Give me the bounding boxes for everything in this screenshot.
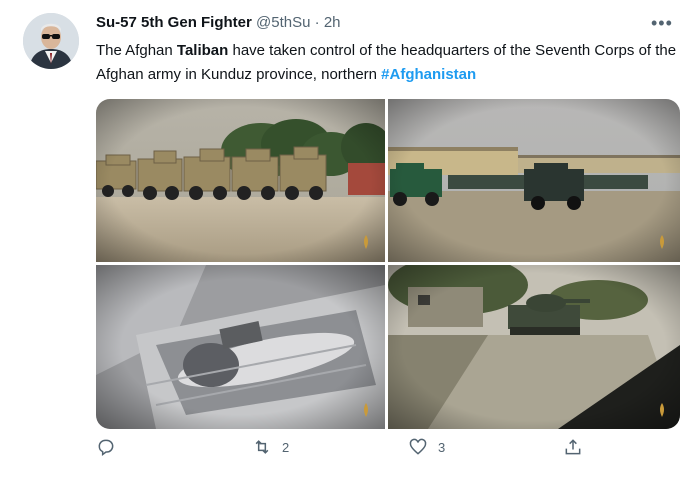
reply-icon bbox=[98, 439, 114, 456]
tweet-text-part1: The Afghan bbox=[96, 42, 177, 59]
share-button[interactable] bbox=[563, 437, 583, 457]
tweet[interactable]: Su-57 5th Gen Fighter @5thSu · 2h ••• Th… bbox=[0, 0, 700, 494]
like-button[interactable]: 3 bbox=[408, 437, 445, 457]
reply-button[interactable] bbox=[96, 437, 126, 457]
like-icon bbox=[409, 438, 427, 455]
media-grid bbox=[96, 99, 680, 429]
author-name[interactable]: Su-57 5th Gen Fighter bbox=[96, 14, 252, 31]
tweet-header: Su-57 5th Gen Fighter @5thSu · 2h bbox=[96, 14, 341, 31]
photo-armored-trucks[interactable] bbox=[96, 99, 385, 262]
retweet-button[interactable]: 2 bbox=[252, 437, 289, 457]
hashtag-link[interactable]: #Afghanistan bbox=[381, 66, 476, 83]
tweet-text-bold: Taliban bbox=[176, 42, 229, 59]
photo-pickup-trucks[interactable] bbox=[388, 99, 680, 262]
separator: · bbox=[314, 14, 320, 31]
photo-missile-crate[interactable] bbox=[96, 265, 385, 429]
author-handle[interactable]: @5thSu bbox=[256, 14, 310, 31]
retweet-icon bbox=[255, 440, 269, 454]
tweet-text: The Afghan Taliban have taken control of… bbox=[96, 39, 681, 87]
share-icon bbox=[565, 439, 581, 455]
action-bar: 2 3 bbox=[0, 437, 700, 467]
like-count: 3 bbox=[438, 439, 446, 455]
photo-tank-road[interactable] bbox=[388, 265, 680, 429]
more-icon[interactable]: ••• bbox=[651, 13, 673, 34]
avatar[interactable] bbox=[23, 13, 79, 69]
timestamp[interactable]: 2h bbox=[324, 14, 341, 31]
retweet-count: 2 bbox=[282, 439, 290, 455]
